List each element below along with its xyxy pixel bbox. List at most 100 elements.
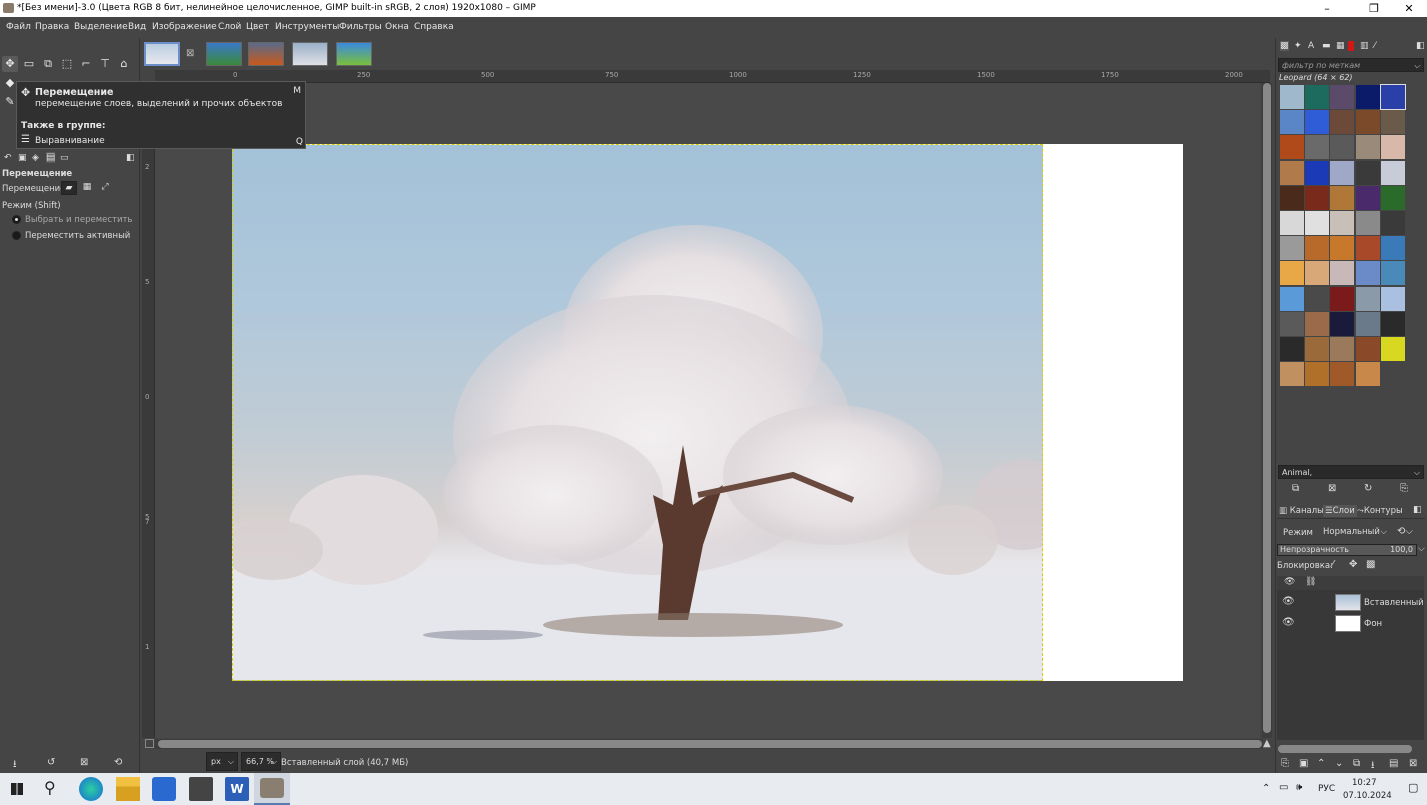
- pattern-swatch[interactable]: [1305, 85, 1330, 109]
- move-layer-icon[interactable]: ▰: [61, 181, 77, 195]
- menu-file[interactable]: Файл: [6, 22, 31, 32]
- pattern-swatch[interactable]: [1380, 185, 1405, 210]
- image-tab-thumbnail[interactable]: [292, 42, 328, 66]
- menu-filters[interactable]: Фильтры: [339, 22, 382, 32]
- warp-tool-icon[interactable]: ⌂: [116, 56, 132, 72]
- lock-position-icon[interactable]: ✥: [1349, 559, 1357, 570]
- document-history-tab-icon[interactable]: ▥: [1360, 41, 1369, 51]
- tab-paths[interactable]: ⤳Контуры: [1357, 506, 1403, 516]
- pattern-swatch[interactable]: [1280, 160, 1304, 185]
- pattern-swatch[interactable]: [1380, 160, 1405, 185]
- reset-options-icon[interactable]: ⟲: [114, 757, 122, 768]
- pattern-swatch[interactable]: [1280, 261, 1304, 286]
- pattern-swatch[interactable]: [1280, 135, 1304, 160]
- menu-select[interactable]: Выделение: [74, 22, 128, 32]
- tab-channels[interactable]: ▥ Каналы: [1279, 506, 1324, 516]
- pattern-swatch[interactable]: [1305, 261, 1330, 286]
- eye-icon[interactable]: 👁: [1282, 617, 1295, 628]
- image-tab-thumbnail[interactable]: [336, 42, 372, 66]
- lock-alpha-icon[interactable]: ▩: [1366, 559, 1375, 570]
- clock-time[interactable]: 10:27: [1352, 778, 1377, 788]
- pattern-swatch[interactable]: [1380, 261, 1405, 286]
- transform-tool-icon[interactable]: ⊤: [97, 56, 113, 72]
- pattern-swatch[interactable]: [1330, 135, 1355, 160]
- pattern-swatch[interactable]: [1355, 85, 1380, 109]
- pattern-swatch[interactable]: [1280, 236, 1304, 261]
- reset-mode-icon[interactable]: ⟲⌵: [1397, 526, 1413, 537]
- horizontal-ruler[interactable]: 0 250 500 750 1000 1250 1500 1750 2000: [155, 70, 1270, 83]
- refresh-patterns-icon[interactable]: ↻: [1364, 483, 1372, 494]
- layer-row[interactable]: 👁 Вставленный сл: [1277, 592, 1427, 613]
- add-mask-icon[interactable]: ▤: [1389, 758, 1398, 769]
- menu-tools[interactable]: Инструменты: [275, 22, 339, 32]
- pattern-swatch[interactable]: [1280, 362, 1304, 387]
- network-icon[interactable]: ▭: [1279, 782, 1288, 793]
- restore-options-icon[interactable]: ↺: [47, 757, 55, 768]
- pattern-swatch[interactable]: [1355, 211, 1380, 235]
- pattern-swatch[interactable]: [1355, 337, 1380, 361]
- pattern-tag-filter[interactable]: фильтр по меткам ⌵: [1278, 58, 1424, 72]
- palettes-tab-icon[interactable]: ▦: [1336, 41, 1345, 51]
- pattern-swatch[interactable]: [1330, 85, 1355, 109]
- search-icon[interactable]: ⚲: [44, 778, 56, 797]
- language-indicator[interactable]: РУС: [1318, 784, 1335, 794]
- pattern-swatch[interactable]: [1355, 135, 1380, 160]
- lock-pixels-icon[interactable]: ⁄: [1332, 559, 1334, 570]
- pattern-swatch[interactable]: [1280, 185, 1304, 210]
- device-status-tab-icon[interactable]: ▣: [18, 153, 27, 163]
- horizontal-scrollbar-thumb[interactable]: [158, 740, 1262, 748]
- menu-windows[interactable]: Окна: [385, 22, 409, 32]
- pattern-swatch[interactable]: [1380, 286, 1405, 311]
- vertical-scrollbar-thumb[interactable]: [1263, 83, 1271, 733]
- navigate-icon[interactable]: ▲: [1263, 738, 1271, 749]
- pattern-swatch[interactable]: [1305, 135, 1330, 160]
- clock-date[interactable]: 07.10.2024: [1343, 791, 1392, 801]
- menu-view[interactable]: Вид: [128, 22, 146, 32]
- pattern-swatch[interactable]: [1330, 160, 1355, 185]
- maximize-button[interactable]: ❐: [1354, 0, 1394, 17]
- panel-menu-icon[interactable]: ◧: [126, 153, 135, 163]
- store-icon[interactable]: [152, 777, 176, 801]
- new-layer-icon[interactable]: ⎘: [1281, 758, 1289, 769]
- pattern-swatch[interactable]: [1380, 337, 1405, 361]
- pattern-swatch[interactable]: [1330, 211, 1355, 235]
- layers-hscrollbar[interactable]: [1278, 745, 1412, 753]
- pattern-tags-input[interactable]: Animal, ⌵: [1278, 465, 1424, 479]
- layer-row[interactable]: 👁 Фон: [1277, 613, 1424, 634]
- image-tab-thumbnail[interactable]: [144, 42, 180, 66]
- raise-layer-icon[interactable]: ⌃: [1317, 758, 1325, 769]
- pattern-swatch[interactable]: [1305, 311, 1330, 336]
- vertical-ruler[interactable]: 2 5 0 5 7 1: [142, 83, 155, 738]
- pattern-swatch[interactable]: [1305, 185, 1330, 210]
- pattern-swatch[interactable]: [1305, 337, 1330, 361]
- fuzzy-select-tool-icon[interactable]: ⬚: [59, 56, 75, 72]
- pattern-swatch[interactable]: [1280, 211, 1304, 235]
- pattern-swatch[interactable]: [1330, 110, 1355, 135]
- close-tab-icon[interactable]: ⊠: [186, 48, 194, 59]
- pasted-layer-photo[interactable]: [232, 144, 1043, 681]
- pattern-swatch[interactable]: [1280, 337, 1304, 361]
- pattern-swatch[interactable]: [1305, 110, 1330, 135]
- panel-menu-icon[interactable]: ◧: [1413, 505, 1422, 515]
- minimize-button[interactable]: –: [1307, 0, 1347, 17]
- menu-help[interactable]: Справка: [414, 22, 454, 32]
- pattern-swatch[interactable]: [1330, 261, 1355, 286]
- opacity-slider[interactable]: Непрозрачность 100,0: [1277, 544, 1417, 556]
- mail-icon[interactable]: [189, 777, 213, 801]
- pattern-swatch[interactable]: [1379, 84, 1406, 110]
- gradients-tab-icon[interactable]: ▬: [1322, 41, 1331, 51]
- opacity-spin-icon[interactable]: ⌵: [1418, 544, 1425, 554]
- open-pattern-icon[interactable]: ⎘: [1400, 483, 1408, 494]
- move-path-icon[interactable]: ⤢: [97, 181, 113, 195]
- pattern-swatch[interactable]: [1355, 236, 1380, 261]
- pattern-swatch[interactable]: [1280, 85, 1304, 109]
- pattern-swatch[interactable]: [1305, 211, 1330, 235]
- menu-colors[interactable]: Цвет: [246, 22, 269, 32]
- tab-layers[interactable]: ☰Слои: [1323, 505, 1357, 517]
- close-button[interactable]: ✕: [1389, 0, 1427, 17]
- pattern-swatch[interactable]: [1380, 110, 1405, 135]
- pattern-swatch[interactable]: [1380, 311, 1405, 336]
- volume-icon[interactable]: 🕪: [1296, 782, 1302, 793]
- tool-options-tab-icon[interactable]: ▤: [46, 152, 56, 163]
- panel-menu-icon[interactable]: ◧: [1416, 41, 1425, 51]
